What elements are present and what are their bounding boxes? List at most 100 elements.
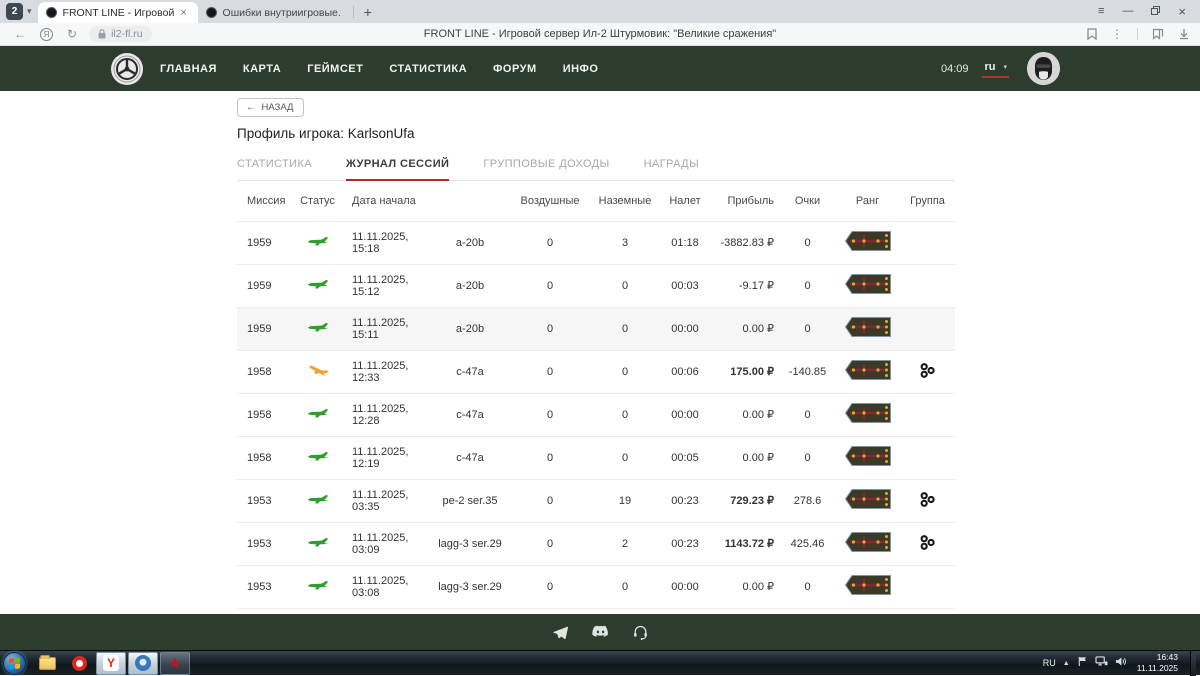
browser-tab-inactive[interactable]: Ошибки внутриигровые. bbox=[198, 2, 349, 23]
rank-badge bbox=[845, 403, 891, 426]
ground-kills-cell: 0 bbox=[590, 436, 660, 479]
score-cell: 425.46 bbox=[780, 522, 835, 565]
plane-status-icon bbox=[307, 497, 329, 509]
taskbar-explorer-button[interactable] bbox=[32, 652, 62, 675]
extensions-menu-icon[interactable]: ⋮ bbox=[1111, 27, 1123, 41]
taskbar-app-button[interactable] bbox=[128, 652, 158, 675]
minimize-icon[interactable]: — bbox=[1122, 6, 1133, 17]
aircraft-cell: pe-2 ser.35 bbox=[430, 479, 510, 522]
nav-item-gameset[interactable]: ГЕЙМСЕТ bbox=[307, 63, 363, 75]
ground-kills-cell: 3 bbox=[590, 221, 660, 264]
taskbar-yandex-button[interactable]: Y bbox=[96, 652, 126, 675]
back-icon[interactable]: ← bbox=[14, 27, 26, 41]
aircraft-cell: c-47a bbox=[430, 436, 510, 479]
taskbar-opera-button[interactable] bbox=[64, 652, 94, 675]
start-button[interactable] bbox=[3, 652, 26, 675]
server-time: 04:09 bbox=[941, 63, 969, 75]
flight-time-cell: 00:23 bbox=[660, 479, 710, 522]
table-row[interactable]: 1959 11.11.2025, 15:18 a-20b 0 3 01:18 -… bbox=[237, 221, 955, 264]
tab-awards[interactable]: НАГРАДЫ bbox=[644, 158, 700, 180]
tab-statistics[interactable]: СТАТИСТИКА bbox=[237, 158, 312, 180]
yandex-search-icon[interactable]: Я bbox=[40, 28, 53, 41]
group-icon[interactable] bbox=[919, 542, 936, 554]
session-table: Миссия Статус Дата начала Воздушные Назе… bbox=[237, 181, 955, 608]
plane-status-icon bbox=[307, 282, 329, 294]
table-row[interactable]: 1958 11.11.2025, 12:28 c-47a 0 0 00:00 0… bbox=[237, 393, 955, 436]
nav-item-map[interactable]: КАРТА bbox=[243, 63, 281, 75]
mission-cell: 1959 bbox=[237, 221, 295, 264]
col-score: Очки bbox=[780, 181, 835, 221]
col-air: Воздушные bbox=[510, 181, 590, 221]
col-group: Группа bbox=[900, 181, 955, 221]
nav-item-statistics[interactable]: СТАТИСТИКА bbox=[389, 63, 467, 75]
table-row[interactable]: 1959 11.11.2025, 15:12 a-20b 0 0 00:03 -… bbox=[237, 264, 955, 307]
table-row[interactable]: 1958 11.11.2025, 12:33 c-47a 0 0 00:06 1… bbox=[237, 350, 955, 393]
status-cell bbox=[295, 436, 340, 479]
site-logo[interactable] bbox=[111, 53, 143, 85]
tab-group-income[interactable]: ГРУППОВЫЕ ДОХОДЫ bbox=[483, 158, 609, 180]
plane-status-icon bbox=[307, 583, 329, 595]
download-icon[interactable] bbox=[1178, 28, 1190, 40]
collections-icon[interactable] bbox=[1152, 28, 1164, 40]
status-cell bbox=[295, 264, 340, 307]
mission-cell: 1953 bbox=[237, 565, 295, 608]
table-row[interactable]: 1953 11.11.2025, 03:35 pe-2 ser.35 0 19 … bbox=[237, 479, 955, 522]
table-row[interactable]: 1958 11.11.2025, 12:19 c-47a 0 0 00:05 0… bbox=[237, 436, 955, 479]
browser-tab-active[interactable]: FRONT LINE - Игровой × bbox=[38, 2, 198, 23]
tab-counter-button[interactable]: 2 bbox=[6, 3, 23, 20]
nav-item-home[interactable]: ГЛАВНАЯ bbox=[160, 63, 217, 75]
tray-language[interactable]: RU bbox=[1043, 658, 1056, 668]
telegram-icon[interactable] bbox=[552, 624, 569, 641]
score-cell: 278.6 bbox=[780, 479, 835, 522]
reload-icon[interactable]: ↻ bbox=[67, 27, 77, 41]
profit-cell: -3882.83 ₽ bbox=[710, 221, 780, 264]
network-icon[interactable] bbox=[1095, 654, 1108, 672]
rank-badge bbox=[845, 532, 891, 555]
table-row[interactable]: 1953 11.11.2025, 03:09 lagg-3 ser.29 0 2… bbox=[237, 522, 955, 565]
user-avatar[interactable] bbox=[1027, 52, 1060, 85]
language-selector[interactable]: ru ▾ bbox=[982, 59, 1009, 78]
flight-time-cell: 00:00 bbox=[660, 307, 710, 350]
flight-time-cell: 00:00 bbox=[660, 565, 710, 608]
score-cell: 0 bbox=[780, 565, 835, 608]
action-center-flag-icon[interactable] bbox=[1077, 654, 1088, 672]
page-title: Профиль игрока: KarlsonUfa bbox=[237, 126, 955, 141]
profit-cell: -9.17 ₽ bbox=[710, 264, 780, 307]
close-icon[interactable]: × bbox=[1178, 5, 1186, 18]
clock-time: 16:43 bbox=[1137, 652, 1178, 663]
rank-cell bbox=[835, 393, 900, 436]
support-headset-icon[interactable] bbox=[632, 624, 649, 641]
volume-icon[interactable] bbox=[1115, 654, 1127, 672]
group-icon[interactable] bbox=[919, 370, 936, 382]
nav-item-forum[interactable]: ФОРУМ bbox=[493, 63, 537, 75]
clock-date: 11.11.2025 bbox=[1137, 663, 1178, 674]
window-page-title: FRONT LINE - Игровой сервер Ил-2 Штурмов… bbox=[0, 28, 1200, 40]
restore-icon[interactable] bbox=[1151, 6, 1160, 18]
discord-icon[interactable] bbox=[591, 625, 610, 640]
bookmark-icon[interactable] bbox=[1087, 28, 1097, 40]
ground-kills-cell: 0 bbox=[590, 264, 660, 307]
toolbar-divider bbox=[1137, 28, 1138, 40]
address-bar[interactable]: il2-fl.ru bbox=[89, 26, 152, 42]
taskbar-clock[interactable]: 16:43 11.11.2025 bbox=[1137, 652, 1178, 673]
tab-list-chevron-icon[interactable]: ▾ bbox=[27, 6, 32, 17]
nav-item-info[interactable]: ИНФО bbox=[563, 63, 599, 75]
browser-toolbar: ← Я ↻ il2-fl.ru FRONT LINE - Игровой сер… bbox=[0, 23, 1200, 46]
col-flight: Налет bbox=[660, 181, 710, 221]
flight-time-cell: 00:03 bbox=[660, 264, 710, 307]
tab-session-log[interactable]: ЖУРНАЛ СЕССИЙ bbox=[346, 158, 449, 181]
group-cell bbox=[900, 350, 955, 393]
show-desktop-button[interactable] bbox=[1190, 651, 1196, 676]
tray-hidden-icons[interactable]: ▲ bbox=[1063, 660, 1070, 667]
back-button[interactable]: ← НАЗАД bbox=[237, 98, 304, 117]
table-row[interactable]: 1953 11.11.2025, 03:08 lagg-3 ser.29 0 0… bbox=[237, 565, 955, 608]
taskbar-star-button[interactable]: ★ bbox=[160, 652, 190, 675]
browser-menu-icon[interactable]: ≡ bbox=[1098, 6, 1104, 17]
group-icon[interactable] bbox=[919, 499, 936, 511]
new-tab-button[interactable]: + bbox=[358, 4, 378, 20]
table-row[interactable]: 1959 11.11.2025, 15:11 a-20b 0 0 00:00 0… bbox=[237, 307, 955, 350]
profit-cell: 729.23 ₽ bbox=[710, 479, 780, 522]
status-cell bbox=[295, 307, 340, 350]
status-cell bbox=[295, 479, 340, 522]
tab-close-icon[interactable]: × bbox=[180, 7, 186, 19]
